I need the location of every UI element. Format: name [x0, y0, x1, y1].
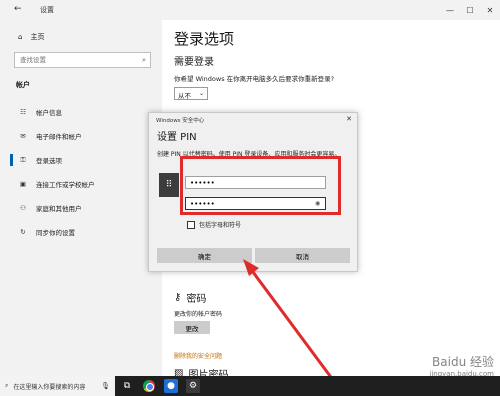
annotation-arrow [243, 259, 338, 385]
chrome-icon[interactable] [142, 379, 156, 393]
taskbar-search-placeholder: 在这里输入你要搜索的内容 [13, 383, 86, 391]
taskbar: ⌕ 在这里输入你要搜索的内容 🎙 ⧉ ● ⚙ [0, 376, 500, 396]
watermark-brand: Baidu 经验 [432, 355, 494, 369]
people-icon[interactable]: ● [164, 379, 178, 393]
settings-icon[interactable]: ⚙ [186, 379, 200, 393]
search-icon: ⌕ [5, 382, 9, 389]
taskbar-search-box[interactable]: ⌕ 在这里输入你要搜索的内容 🎙 [0, 376, 115, 396]
taskbar-icons: ⧉ ● ⚙ [120, 376, 200, 396]
task-view-icon[interactable]: ⧉ [120, 379, 134, 393]
mic-icon[interactable]: 🎙 [101, 382, 110, 390]
